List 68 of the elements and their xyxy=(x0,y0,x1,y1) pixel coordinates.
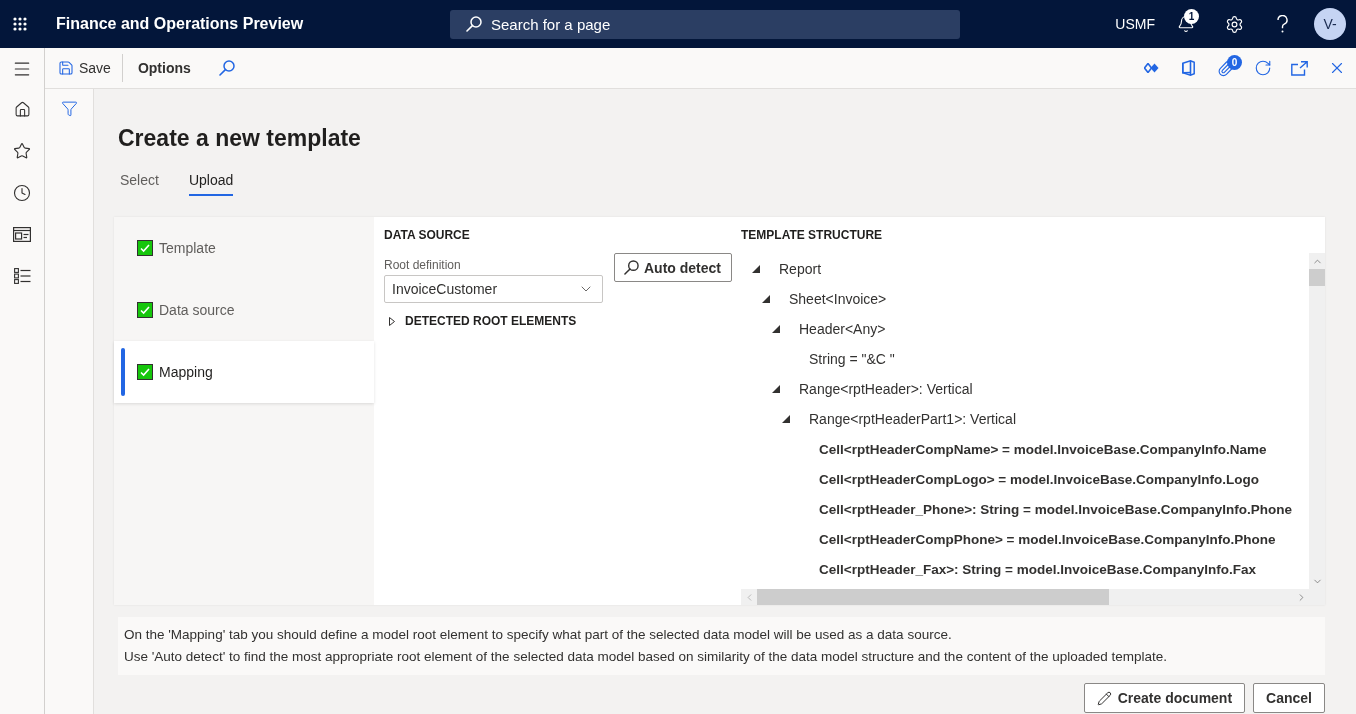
diamonds-icon[interactable] xyxy=(1144,63,1159,73)
help-icon[interactable] xyxy=(1276,15,1288,33)
tree-item[interactable]: Cell<rptHeaderCompPhone> = model.InvoiceBase.CompanyInfo.Phone xyxy=(741,524,1309,554)
section-heading: DATA SOURCE xyxy=(384,227,470,243)
star-icon[interactable] xyxy=(13,142,31,161)
tab[interactable]: Upload xyxy=(188,165,234,196)
search-field[interactable]: Search for a page xyxy=(450,9,960,39)
search-icon xyxy=(624,260,639,275)
horizontal-scrollbar[interactable] xyxy=(741,589,1325,605)
tree-item[interactable]: String = "&C " xyxy=(741,344,1309,374)
wizard-step[interactable]: Mapping xyxy=(114,341,374,403)
scrollbar-thumb[interactable] xyxy=(1309,269,1325,286)
waffle-icon[interactable] xyxy=(13,17,27,31)
tree-item[interactable]: Sheet<Invoice> xyxy=(741,284,1309,314)
expanded-arrow-icon[interactable] xyxy=(772,325,780,333)
wizard-step[interactable]: Template xyxy=(114,217,374,279)
notification-badge: 1 xyxy=(1184,9,1199,24)
door-icon[interactable] xyxy=(1182,60,1195,76)
popout-icon[interactable] xyxy=(1291,60,1308,76)
detected-root-elements-expander[interactable]: DETECTED ROOT ELEMENTS xyxy=(384,313,577,329)
step-label: Data source xyxy=(159,302,235,318)
list-icon[interactable] xyxy=(13,267,31,284)
step-label: Mapping xyxy=(159,364,213,380)
vertical-scrollbar[interactable] xyxy=(1309,253,1325,589)
info-text: On the 'Mapping' tab you should define a model root element to specify what part of the selected data model will be used as a data source. xyxy=(124,626,952,644)
attachment-count-badge: 0 xyxy=(1227,55,1242,70)
section-heading: TEMPLATE STRUCTURE xyxy=(741,227,883,243)
avatar[interactable]: V- xyxy=(1314,8,1346,40)
company-label[interactable]: USMF xyxy=(1115,16,1155,32)
root-definition-dropdown[interactable]: InvoiceCustomer xyxy=(384,275,603,303)
tree-item[interactable]: Cell<rptHeader_Fax>: String = model.InvoiceBase.CompanyInfo.Fax xyxy=(741,554,1309,584)
tree-item[interactable]: Cell<rptHeaderCompLogo> = model.InvoiceBase.CompanyInfo.Logo xyxy=(741,464,1309,494)
tree-item[interactable]: Range<rptHeaderPart1>: Vertical xyxy=(741,404,1309,434)
auto-detect-button[interactable]: Auto detect xyxy=(614,253,732,282)
field-label: Root definition xyxy=(384,257,461,273)
tree-item[interactable]: Report xyxy=(741,254,1309,284)
save-button[interactable]: Save xyxy=(52,52,117,84)
refresh-icon[interactable] xyxy=(1253,59,1272,77)
options-button[interactable]: Options xyxy=(127,52,201,84)
filter-icon[interactable] xyxy=(60,100,78,117)
expanded-arrow-icon[interactable] xyxy=(782,415,790,423)
info-text: Use 'Auto detect' to find the most appropriate root element of the selected data model based on similarity of the data model structure and the content of the uploaded template. xyxy=(124,648,1168,666)
expanded-arrow-icon[interactable] xyxy=(762,295,770,303)
settings-icon[interactable] xyxy=(1224,14,1244,34)
tree-item[interactable]: Cell<rptHeader_Phone>: String = model.InvoiceBase.CompanyInfo.Phone xyxy=(741,494,1309,524)
collapsed-arrow-icon[interactable] xyxy=(389,316,395,326)
footer-button[interactable]: Create document xyxy=(1083,683,1246,713)
expanded-arrow-icon[interactable] xyxy=(752,265,760,273)
footer-button[interactable]: Cancel xyxy=(1253,683,1325,713)
home-icon[interactable] xyxy=(13,101,31,119)
scrollbar-thumb[interactable] xyxy=(757,589,1109,605)
tab[interactable]: Select xyxy=(120,165,159,196)
tree-item[interactable]: Header<Any> xyxy=(741,314,1309,344)
tree-item[interactable]: Range<rptHeader>: Vertical xyxy=(741,374,1309,404)
search-icon xyxy=(466,15,482,32)
search-icon[interactable] xyxy=(218,60,235,76)
tree-item[interactable]: Cell<rptHeaderCompName> = model.InvoiceBase.CompanyInfo.Name xyxy=(741,434,1309,464)
expanded-arrow-icon[interactable] xyxy=(772,385,780,393)
step-label: Template xyxy=(159,240,216,256)
app-title: Finance and Operations Preview xyxy=(56,15,304,33)
selection-indicator xyxy=(121,348,125,396)
wizard-step[interactable]: Data source xyxy=(114,279,374,341)
workspace-icon[interactable] xyxy=(13,226,31,242)
pencil-icon xyxy=(1096,690,1112,706)
paperclip-icon[interactable] xyxy=(1217,59,1234,77)
clock-icon[interactable] xyxy=(13,183,31,202)
save-icon xyxy=(58,60,74,76)
page-title: Create a new template xyxy=(118,124,361,153)
